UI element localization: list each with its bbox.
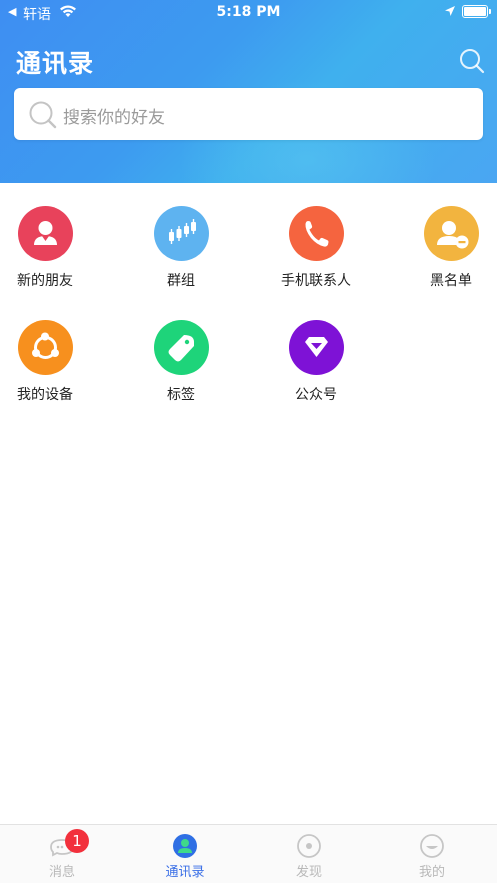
search-placeholder: 搜索你的好友	[63, 108, 165, 128]
phone-icon	[288, 206, 344, 261]
entry-groups[interactable]: 群组	[126, 206, 236, 290]
entry-label: 新的朋友	[17, 273, 73, 289]
official-account-icon	[288, 320, 344, 375]
entry-phone-contacts[interactable]: 手机联系人	[261, 206, 371, 290]
blacklist-icon	[423, 206, 479, 261]
contacts-icon	[172, 833, 198, 859]
discover-icon	[296, 833, 322, 859]
tab-label: 消息	[48, 865, 75, 880]
search-field-icon	[29, 101, 57, 129]
device-icon	[17, 320, 73, 375]
tab-contacts[interactable]: 通讯录	[145, 833, 225, 880]
entry-official-accounts[interactable]: 公众号	[261, 320, 371, 404]
entry-label: 公众号	[295, 387, 337, 403]
tab-bar: 1 消息 通讯录 发现 我的	[0, 824, 497, 883]
entry-label: 我的设备	[17, 387, 73, 403]
entry-tags[interactable]: 标签	[126, 320, 236, 404]
entry-label: 黑名单	[430, 273, 472, 289]
status-bar: ◀ 轩语 5:18 PM	[0, 0, 497, 26]
tab-profile[interactable]: 我的	[392, 833, 472, 880]
entry-new-friends[interactable]: 新的朋友	[0, 206, 100, 290]
unread-badge: 1	[65, 829, 89, 853]
group-icon	[153, 206, 209, 261]
message-icon: 1	[49, 829, 89, 859]
status-time: 5:18 PM	[216, 4, 281, 20]
entry-my-devices[interactable]: 我的设备	[0, 320, 100, 404]
tab-label: 通讯录	[165, 865, 205, 880]
search-icon[interactable]	[459, 48, 485, 74]
battery-icon	[462, 5, 491, 18]
search-input[interactable]: 搜索你的好友	[14, 88, 483, 140]
new-friend-icon	[17, 206, 73, 261]
tag-icon	[153, 320, 209, 375]
entry-label: 标签	[167, 387, 195, 403]
entry-blacklist[interactable]: 黑名单	[396, 206, 497, 290]
profile-icon	[419, 833, 445, 859]
tab-discover[interactable]: 发现	[269, 833, 349, 880]
entry-label: 手机联系人	[281, 273, 351, 289]
location-arrow-icon	[445, 6, 455, 16]
tab-label: 发现	[295, 865, 322, 880]
tab-label: 我的	[418, 865, 445, 880]
tab-messages[interactable]: 1 消息	[22, 829, 102, 880]
entry-label: 群组	[167, 273, 195, 289]
page-title: 通讯录	[16, 49, 95, 78]
